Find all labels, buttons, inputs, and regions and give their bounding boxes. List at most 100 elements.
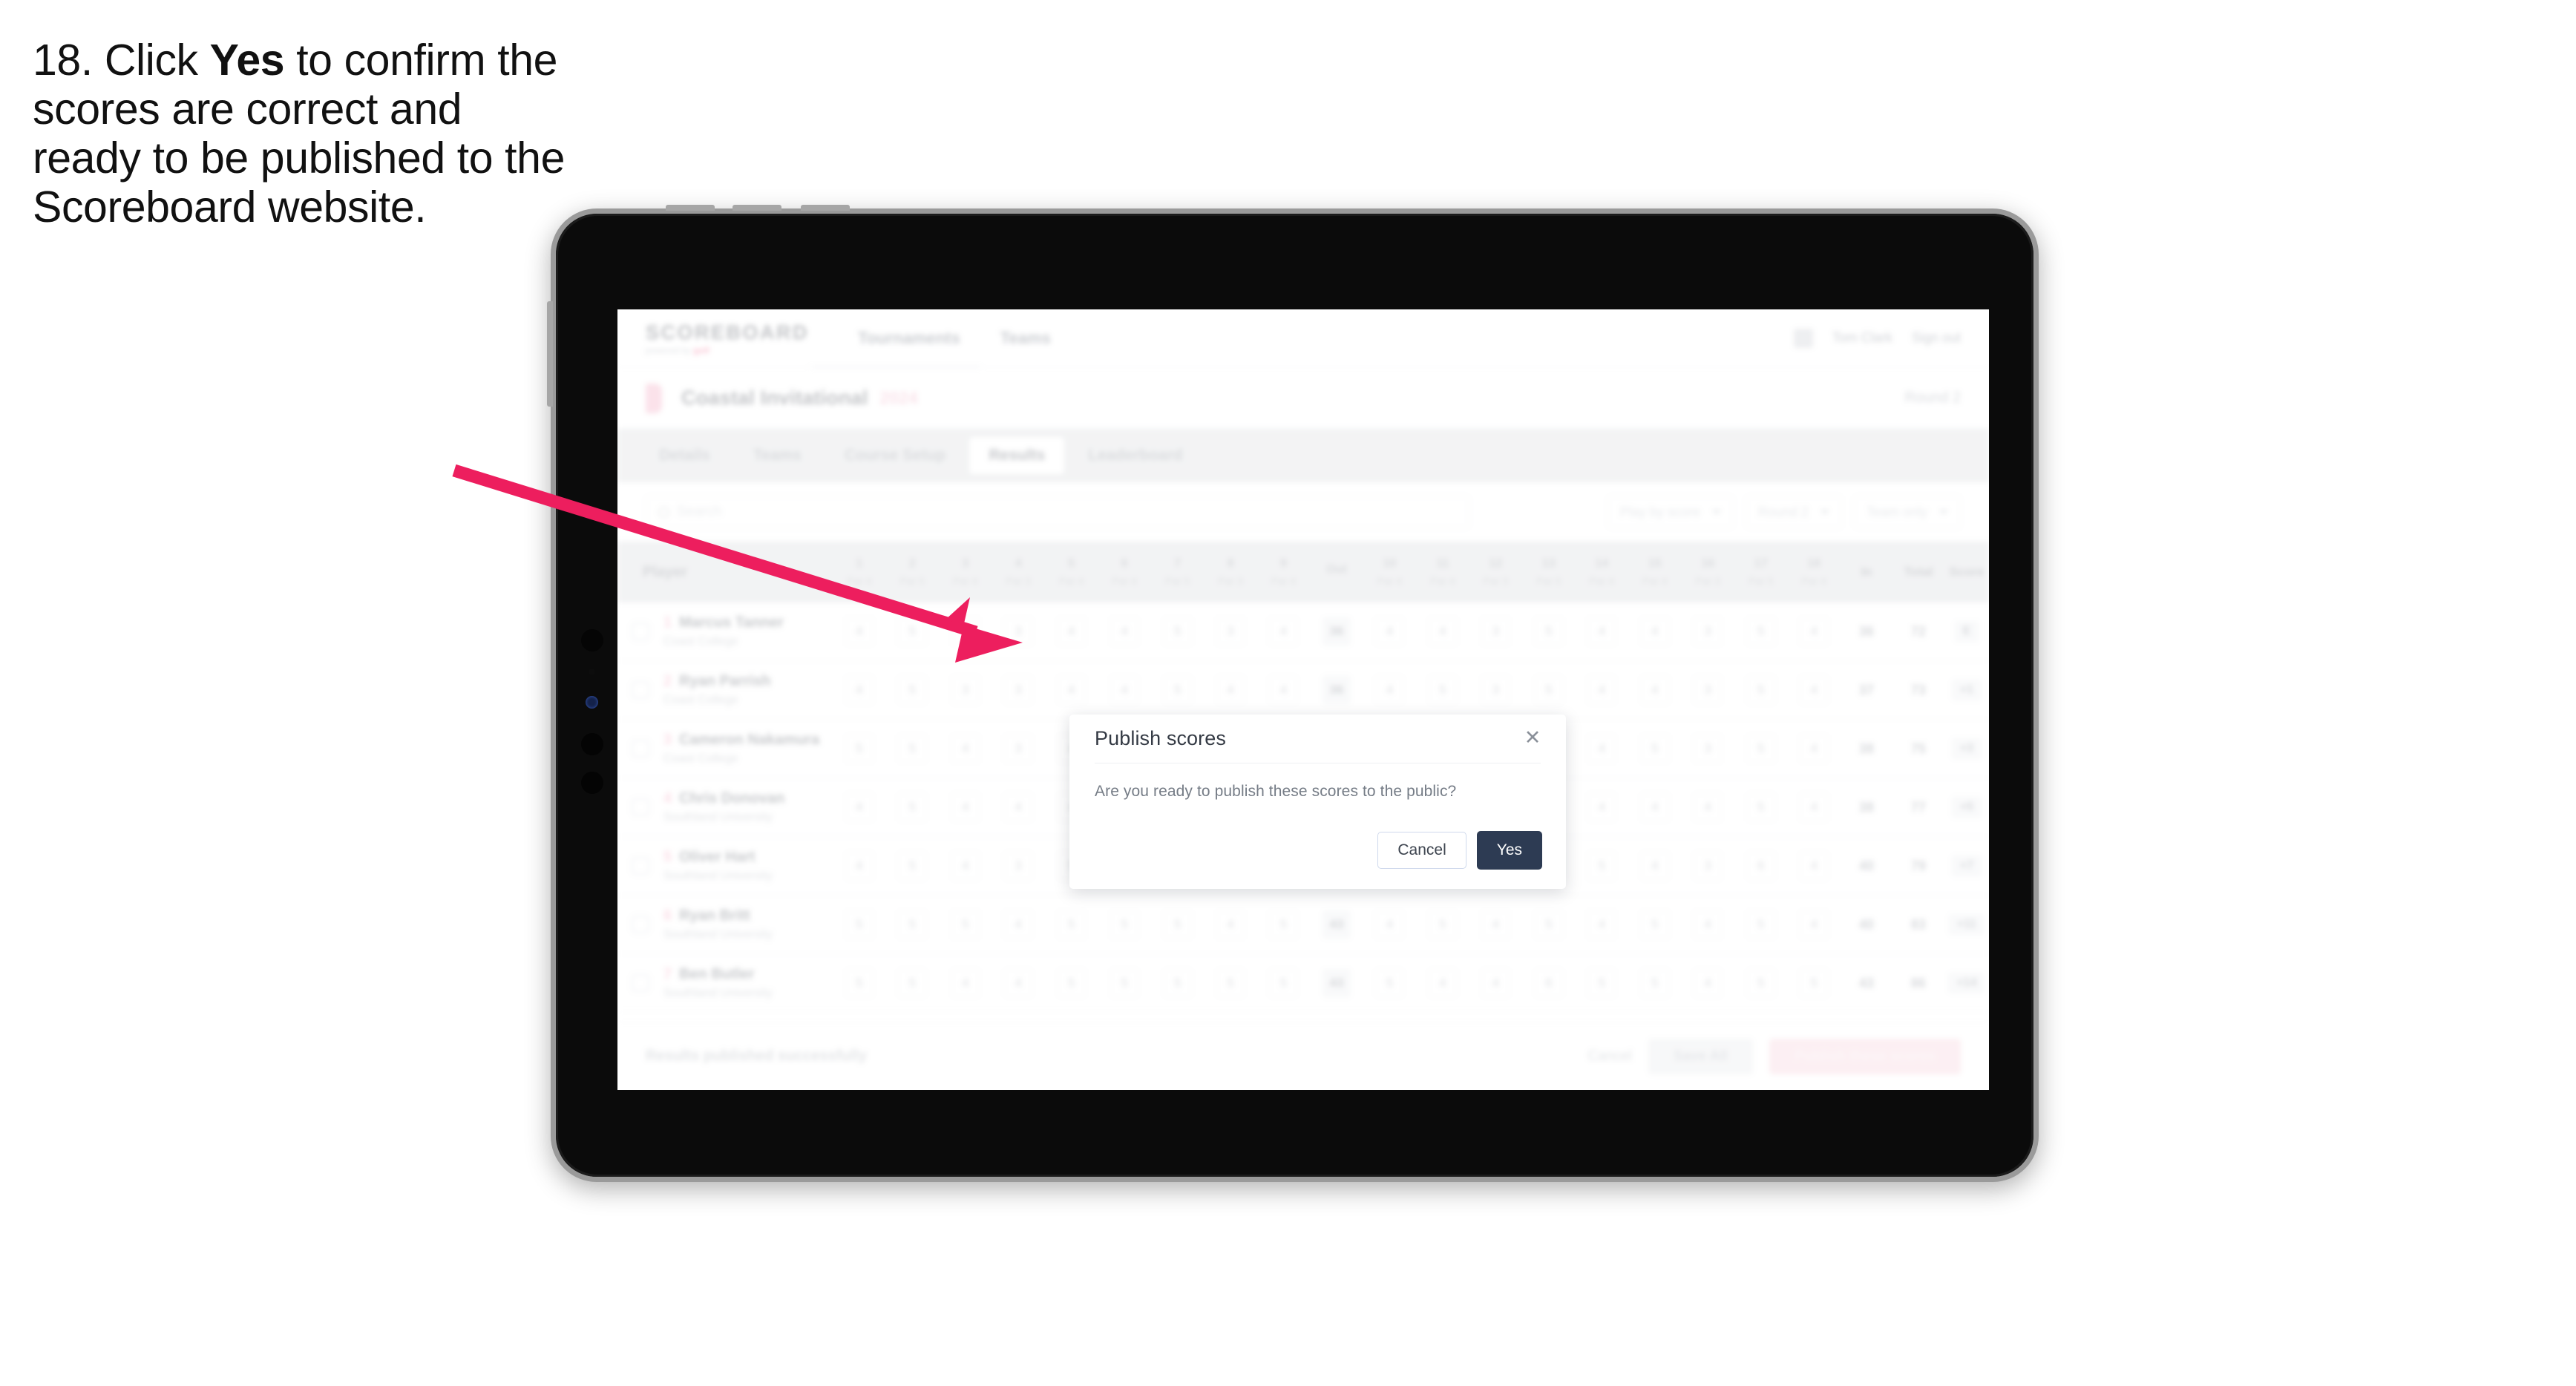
score-cell[interactable]: 4 bbox=[1469, 896, 1522, 953]
score-value[interactable]: 5 bbox=[898, 910, 927, 939]
score-cell[interactable]: 4 bbox=[1045, 661, 1098, 719]
score-value[interactable]: 3 bbox=[1004, 852, 1033, 880]
score-value[interactable]: 4 bbox=[1481, 969, 1510, 997]
score-cell[interactable]: 5 bbox=[1151, 954, 1204, 1012]
score-value[interactable]: 5 bbox=[1746, 676, 1775, 704]
row-checkbox-cell[interactable] bbox=[617, 954, 663, 1012]
score-value[interactable]: 3 bbox=[1481, 676, 1510, 704]
score-value[interactable]: 5 bbox=[898, 735, 927, 763]
score-cell[interactable]: 4 bbox=[1204, 661, 1256, 719]
publish-scores-button[interactable]: Publish these scores bbox=[1769, 1038, 1961, 1074]
score-value[interactable]: 4 bbox=[1375, 617, 1404, 646]
score-cell[interactable]: 4 bbox=[833, 837, 885, 895]
table-row[interactable]: 1 Marcus Tanner Coast College 4 5 4 3 4 4 5 3 4 36 4 4… bbox=[617, 602, 1989, 661]
score-value[interactable]: 5 bbox=[1640, 910, 1669, 939]
score-cell[interactable]: 5 bbox=[1734, 778, 1787, 836]
score-value[interactable]: 4 bbox=[845, 676, 874, 704]
score-cell[interactable]: 5 bbox=[939, 896, 992, 953]
score-value[interactable]: 5 bbox=[1640, 735, 1669, 763]
score-cell[interactable]: 5 bbox=[885, 720, 938, 778]
tablet-top-button-3[interactable] bbox=[801, 205, 850, 211]
score-value[interactable]: 3 bbox=[1694, 735, 1723, 763]
score-value[interactable]: 5 bbox=[1163, 676, 1192, 704]
score-value[interactable]: 5 bbox=[845, 735, 874, 763]
score-cell[interactable]: 3 bbox=[1204, 602, 1256, 660]
row-checkbox[interactable] bbox=[632, 798, 649, 816]
row-checkbox[interactable] bbox=[632, 740, 649, 758]
score-cell[interactable]: 4 bbox=[1363, 896, 1416, 953]
score-cell[interactable]: 4 bbox=[1682, 896, 1734, 953]
score-cell[interactable]: 4 bbox=[1576, 602, 1628, 660]
table-row[interactable]: 7 Ben Butler Southland University 5 5 4 4 5 5 5 5 5… bbox=[617, 954, 1989, 1013]
sign-out-link[interactable]: Sign out bbox=[1912, 330, 1961, 346]
score-value[interactable]: 5 bbox=[1163, 617, 1192, 646]
score-value[interactable]: 5 bbox=[1746, 969, 1775, 997]
row-checkbox-cell[interactable] bbox=[617, 837, 663, 895]
score-cell[interactable]: 4 bbox=[1787, 720, 1840, 778]
row-checkbox[interactable] bbox=[632, 681, 649, 699]
score-value[interactable]: 5 bbox=[898, 617, 927, 646]
tab-teams[interactable]: Teams bbox=[734, 437, 821, 474]
tab-leaderboard[interactable]: Leaderboard bbox=[1069, 437, 1202, 474]
row-checkbox-cell[interactable] bbox=[617, 778, 663, 836]
score-value[interactable]: 4 bbox=[1216, 910, 1245, 939]
score-value[interactable]: 5 bbox=[1375, 969, 1404, 997]
score-cell[interactable]: 43 bbox=[1310, 954, 1363, 1012]
nav-item-teams[interactable]: Teams bbox=[1000, 329, 1051, 348]
score-value[interactable]: 4 bbox=[1640, 852, 1669, 880]
user-name-link[interactable]: Tom Clark bbox=[1832, 330, 1892, 346]
filter-select-play-by-score[interactable]: Play by score bbox=[1607, 496, 1734, 528]
score-value[interactable]: 5 bbox=[1746, 910, 1775, 939]
row-checkbox-cell[interactable] bbox=[617, 720, 663, 778]
score-cell[interactable]: 5 bbox=[1576, 954, 1628, 1012]
score-cell[interactable]: 5 bbox=[1522, 661, 1575, 719]
score-value[interactable]: 4 bbox=[1481, 910, 1510, 939]
score-cell[interactable]: 4 bbox=[939, 602, 992, 660]
score-cell[interactable]: 4 bbox=[1628, 837, 1681, 895]
score-cell[interactable]: 5 bbox=[1734, 954, 1787, 1012]
score-cell[interactable]: 36 bbox=[1310, 602, 1363, 660]
score-value[interactable]: 6 bbox=[1746, 852, 1775, 880]
score-cell[interactable]: 3 bbox=[1469, 602, 1522, 660]
cancel-button[interactable]: Cancel bbox=[1377, 832, 1466, 869]
score-value[interactable]: 4 bbox=[1800, 793, 1829, 821]
score-cell[interactable]: 3 bbox=[1682, 837, 1734, 895]
score-value[interactable]: 5 bbox=[1057, 969, 1086, 997]
score-cell[interactable]: 43 bbox=[1310, 896, 1363, 953]
score-value[interactable]: 5 bbox=[1163, 969, 1192, 997]
row-checkbox-cell[interactable] bbox=[617, 602, 663, 660]
tab-results[interactable]: Results bbox=[969, 437, 1065, 474]
score-cell[interactable]: 4 bbox=[833, 602, 885, 660]
score-cell[interactable]: 5 bbox=[833, 954, 885, 1012]
score-value[interactable]: 5 bbox=[1800, 969, 1829, 997]
score-cell[interactable]: 4 bbox=[1416, 602, 1469, 660]
score-cell[interactable]: 4 bbox=[1628, 778, 1681, 836]
score-value[interactable]: 4 bbox=[1694, 793, 1723, 821]
score-cell[interactable]: 5 bbox=[885, 954, 938, 1012]
score-cell[interactable]: 5 bbox=[1734, 602, 1787, 660]
score-value[interactable]: 4 bbox=[1587, 735, 1616, 763]
score-value[interactable]: 3 bbox=[1004, 617, 1033, 646]
score-cell[interactable]: 4 bbox=[1787, 837, 1840, 895]
score-cell[interactable]: 5 bbox=[1257, 954, 1310, 1012]
score-cell[interactable]: 5 bbox=[833, 896, 885, 953]
score-cell[interactable]: 4 bbox=[1576, 720, 1628, 778]
score-value[interactable]: 4 bbox=[1057, 617, 1086, 646]
score-value[interactable]: 5 bbox=[1216, 969, 1245, 997]
score-value[interactable]: 5 bbox=[898, 852, 927, 880]
score-value[interactable]: 4 bbox=[1800, 910, 1829, 939]
score-value[interactable]: 5 bbox=[1057, 910, 1086, 939]
score-cell[interactable]: 5 bbox=[1416, 896, 1469, 953]
score-cell[interactable]: 4 bbox=[1787, 602, 1840, 660]
score-cell[interactable]: 3 bbox=[992, 661, 1044, 719]
score-cell[interactable]: 4 bbox=[939, 778, 992, 836]
score-cell[interactable]: 3 bbox=[992, 720, 1044, 778]
score-value[interactable]: 5 bbox=[898, 793, 927, 821]
score-value[interactable]: 3 bbox=[1481, 617, 1510, 646]
score-cell[interactable]: 4 bbox=[1576, 896, 1628, 953]
score-cell[interactable]: 3 bbox=[1682, 720, 1734, 778]
row-checkbox-cell[interactable] bbox=[617, 661, 663, 719]
score-cell[interactable]: 5 bbox=[1363, 954, 1416, 1012]
score-value[interactable]: 4 bbox=[1800, 617, 1829, 646]
score-value[interactable]: 5 bbox=[1746, 617, 1775, 646]
